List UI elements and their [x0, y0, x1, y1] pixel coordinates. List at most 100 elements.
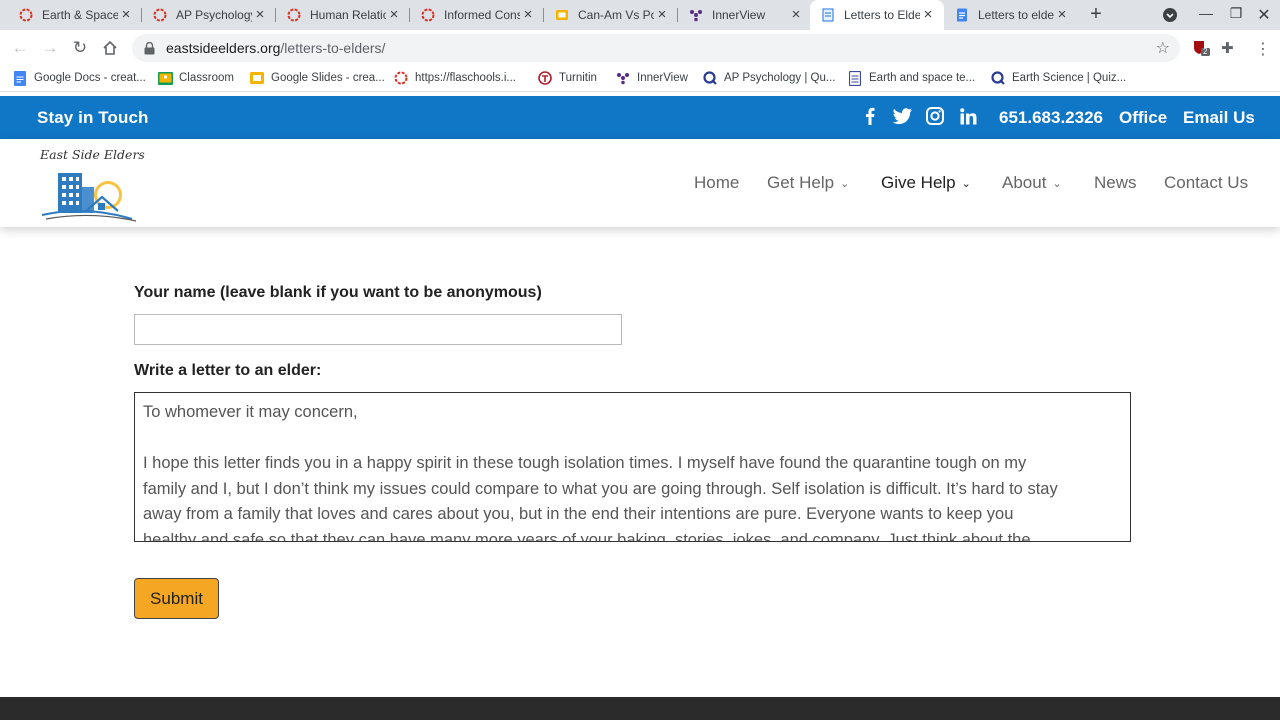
browser-tab[interactable]: InnerView × — [678, 0, 812, 30]
bookmark-label: Earth and space te... — [869, 72, 976, 84]
nav-about[interactable]: About ⌄ — [1002, 173, 1062, 193]
page-icon — [820, 7, 836, 23]
nav-label: Get Help — [767, 173, 835, 192]
back-icon[interactable]: ← — [10, 38, 30, 58]
browser-tab[interactable]: Human Relatio × — [276, 0, 410, 30]
close-icon[interactable]: × — [920, 7, 936, 23]
slides-icon — [554, 7, 570, 23]
bookmark-item[interactable]: InnerView — [615, 70, 688, 86]
nav-label: Give Help — [881, 173, 956, 192]
bookmark-item[interactable]: Classroom — [157, 70, 234, 86]
bookmark-label: Classroom — [179, 72, 234, 84]
turnitin-icon — [537, 70, 553, 86]
quizlet-icon — [990, 70, 1006, 86]
stay-in-touch-text: Stay in Touch — [37, 108, 149, 127]
nav-home[interactable]: Home — [694, 173, 739, 193]
bookmark-label: Earth Science | Quiz... — [1012, 72, 1127, 84]
window-close-icon[interactable]: ✕ — [1254, 5, 1274, 25]
browser-tab[interactable]: Earth & Space × — [8, 0, 142, 30]
close-icon[interactable]: × — [788, 7, 804, 23]
bookmark-item[interactable]: Google Docs - creat... — [12, 70, 146, 86]
bookmarks-bar: Google Docs - creat... Classroom Google … — [0, 66, 1280, 92]
ring-icon — [152, 7, 168, 23]
bookmark-label: Google Slides - crea... — [271, 72, 385, 84]
name-input[interactable] — [134, 314, 622, 345]
quizlet-icon — [702, 70, 718, 86]
ring-icon — [420, 7, 436, 23]
browser-tab[interactable]: AP Psychology × — [142, 0, 276, 30]
innerview-icon — [688, 7, 704, 23]
letter-line: To whomever it may concern, — [143, 403, 358, 421]
bookmark-item[interactable]: Earth and space te... — [847, 70, 975, 86]
nav-label: Contact Us — [1164, 173, 1249, 192]
nav-get-help[interactable]: Get Help ⌄ — [767, 173, 849, 193]
lock-icon[interactable] — [144, 41, 158, 55]
chevron-down-icon: ⌄ — [840, 177, 850, 190]
nav-news[interactable]: News — [1094, 173, 1137, 193]
bookmark-label: InnerView — [637, 72, 688, 84]
extension-shield-icon[interactable]: 2 — [1192, 39, 1210, 57]
new-tab-button[interactable]: + — [1086, 4, 1106, 25]
letter-line: I hope this letter finds you in a happy … — [143, 454, 1027, 472]
letter-line: family and I, but I don’t think my issue… — [143, 479, 1058, 498]
browser-tab[interactable]: Letters to elder × — [944, 0, 1078, 30]
browser-tab-strip: Earth & Space × AP Psychology × Human Re… — [0, 0, 1280, 30]
facebook-icon[interactable] — [860, 106, 880, 126]
phone-link[interactable]: 651.683.2326 — [999, 108, 1103, 128]
bookmark-item[interactable]: Google Slides - crea... — [249, 70, 385, 86]
restore-icon[interactable]: ❐ — [1226, 5, 1246, 25]
tab-search-icon[interactable] — [1160, 5, 1180, 25]
close-icon[interactable]: × — [386, 7, 402, 23]
nav-give-help[interactable]: Give Help ⌄ — [881, 173, 971, 193]
tab-title: Earth & Space — [42, 8, 118, 22]
bookmark-item[interactable]: Turnitin — [537, 70, 597, 86]
tab-title: AP Psychology — [176, 8, 252, 22]
name-label: Your name (leave blank if you want to be… — [134, 284, 542, 301]
url-host: eastsideelders.org — [166, 40, 281, 56]
submit-button[interactable]: Submit — [134, 578, 219, 619]
nav-label: Home — [694, 173, 740, 192]
office-link[interactable]: Office — [1119, 108, 1167, 128]
extensions-puzzle-icon[interactable]: ✚ — [1221, 39, 1239, 57]
tab-title: Informed Cons — [444, 8, 520, 22]
bookmark-item[interactable]: Earth Science | Quiz... — [990, 70, 1126, 86]
close-icon[interactable]: × — [520, 7, 536, 23]
close-icon[interactable]: × — [252, 7, 268, 23]
browser-toolbar: ← → ↻ eastsideelders.org/letters-to-elde… — [0, 30, 1280, 66]
ring-icon — [393, 70, 409, 86]
close-icon[interactable]: × — [1054, 7, 1070, 23]
docs-icon — [954, 7, 970, 23]
email-us-link[interactable]: Email Us — [1183, 108, 1255, 128]
bookmark-item[interactable]: AP Psychology | Qu... — [702, 70, 835, 86]
nav-contact-us[interactable]: Contact Us — [1164, 173, 1248, 193]
twitter-icon[interactable] — [892, 106, 912, 126]
browser-tab-active[interactable]: Letters to Elde × — [810, 0, 944, 30]
browser-tab[interactable]: Informed Cons × — [410, 0, 544, 30]
logo-graphic-icon — [41, 173, 137, 222]
home-icon[interactable] — [100, 38, 120, 58]
tab-title: Can-Am Vs Po — [578, 8, 654, 22]
close-icon[interactable]: × — [654, 7, 670, 23]
doc-outline-icon — [847, 70, 863, 86]
linkedin-icon[interactable] — [958, 106, 978, 126]
forward-icon[interactable]: → — [40, 38, 60, 58]
tab-title: Human Relatio — [310, 8, 386, 22]
minimize-icon[interactable]: — — [1196, 5, 1216, 25]
site-footer — [0, 697, 1280, 720]
reload-icon[interactable]: ↻ — [70, 38, 90, 58]
instagram-icon[interactable] — [925, 106, 945, 126]
extension-badge: 2 — [1203, 47, 1208, 56]
tab-title: Letters to Elde — [844, 8, 920, 22]
bookmark-star-icon[interactable]: ☆ — [1156, 38, 1170, 58]
browser-tab[interactable]: Can-Am Vs Po × — [544, 0, 678, 30]
site-header: East Side Elders Home Get Help ⌄ Give Hel… — [0, 139, 1280, 227]
close-icon[interactable]: × — [118, 7, 134, 23]
tab-title: InnerView — [712, 8, 766, 22]
bookmark-item[interactable]: https://flaschools.i... — [393, 70, 516, 86]
more-menu-icon[interactable]: ⋮ — [1254, 39, 1272, 58]
bookmark-label: Turnitin — [559, 72, 597, 84]
site-logo[interactable]: East Side Elders — [36, 145, 146, 223]
chevron-down-icon: ⌄ — [961, 177, 971, 190]
letter-textarea[interactable]: To whomever it may concern, I hope this … — [134, 392, 1131, 542]
address-bar[interactable]: eastsideelders.org/letters-to-elders/ ☆ — [132, 34, 1180, 62]
